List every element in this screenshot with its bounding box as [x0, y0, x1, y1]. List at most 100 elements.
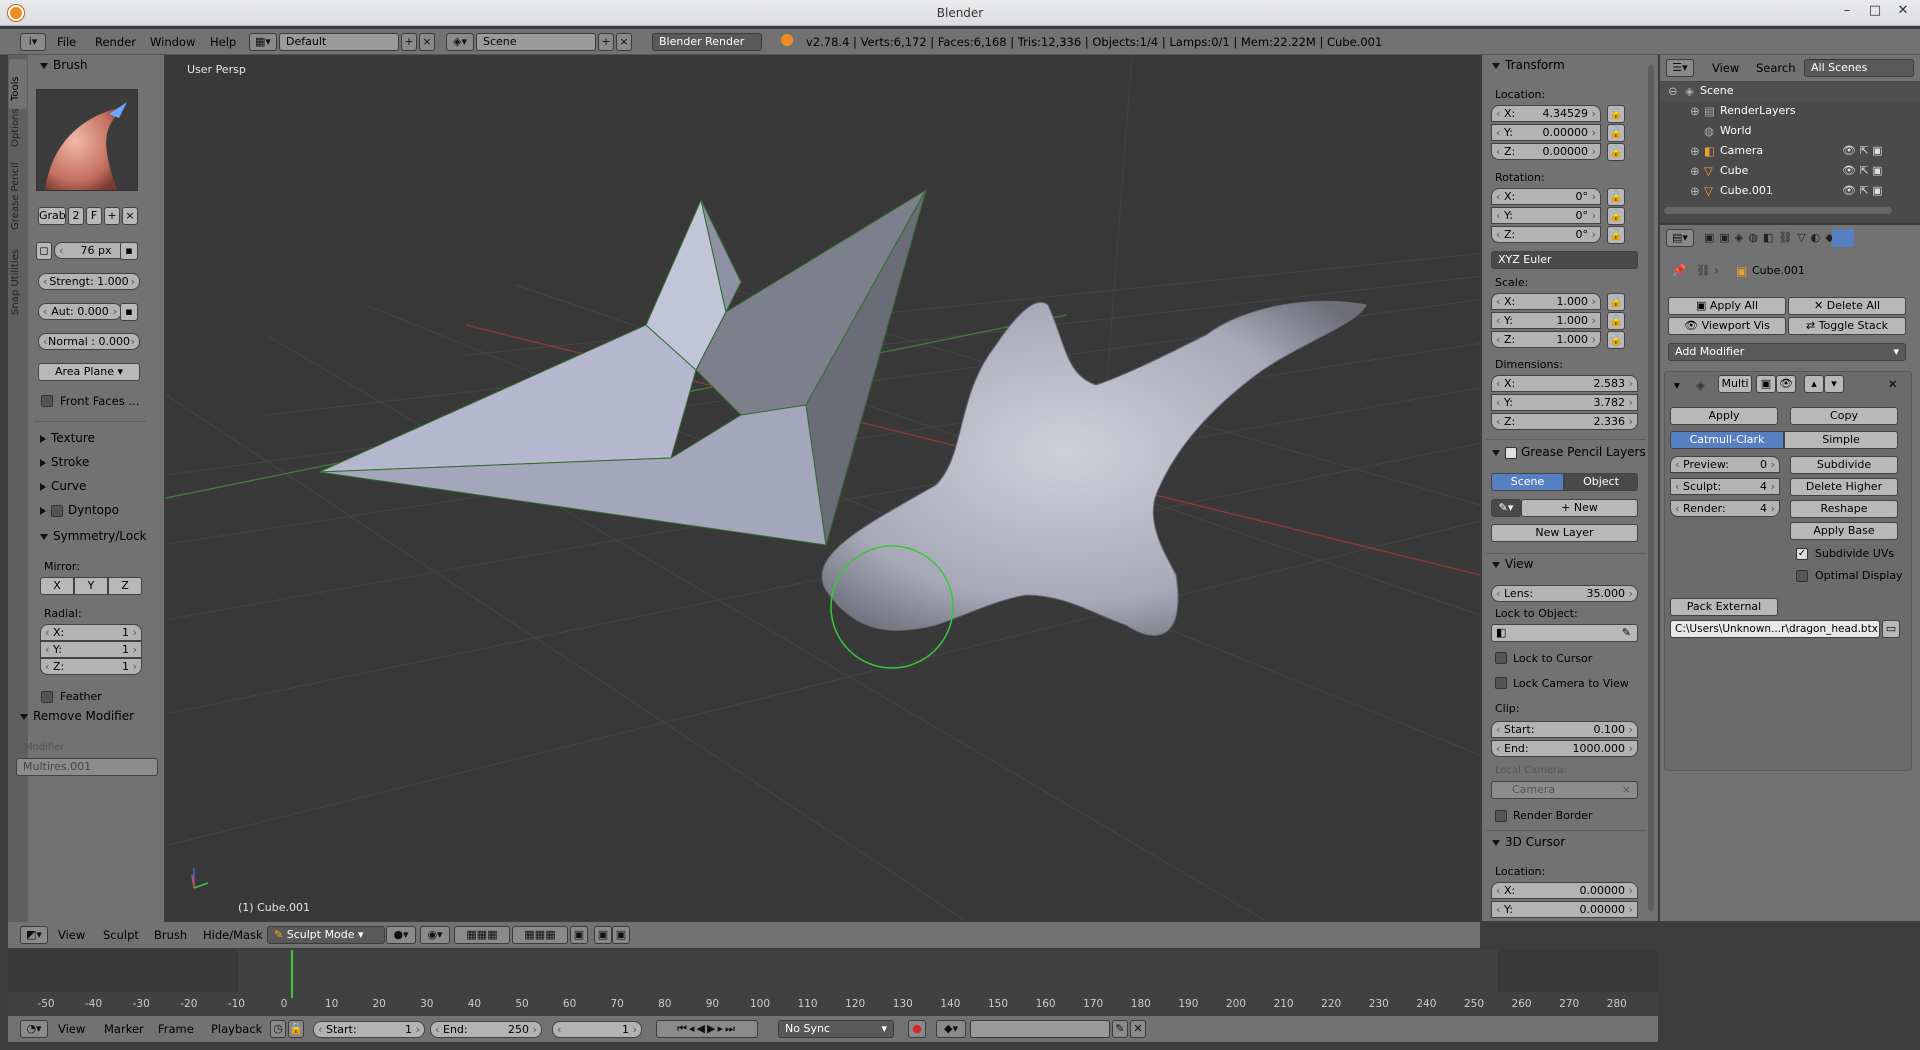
outliner-scrollbar[interactable]: [1664, 207, 1892, 214]
brush-fake-user-toggle[interactable]: F: [86, 207, 102, 225]
tab-modifiers-active[interactable]: [1832, 229, 1854, 247]
lock-object-field[interactable]: ◧ ✎: [1491, 624, 1638, 642]
brush-users-count[interactable]: 2: [68, 207, 84, 225]
viewport-vis-button[interactable]: 👁 Viewport Vis: [1668, 317, 1786, 335]
external-path-field[interactable]: C:\Users\Unknown...r\dragon_head.btx: [1670, 620, 1880, 638]
modifier-viewport-toggle-icon[interactable]: 👁: [1776, 375, 1796, 393]
outliner-item-world[interactable]: World: [1720, 124, 1752, 137]
menu-window[interactable]: Window: [150, 35, 195, 49]
3d-cursor-panel-header[interactable]: 3D Cursor: [1492, 835, 1565, 849]
reshape-button[interactable]: Reshape: [1790, 500, 1898, 518]
layout-name-field[interactable]: Default: [279, 33, 399, 51]
remove-modifier-panel-header[interactable]: Remove Modifier: [20, 709, 134, 723]
menu-sculpt[interactable]: Sculpt: [103, 928, 139, 942]
tab-snap-utilities-label[interactable]: Snap Utilities: [10, 249, 21, 315]
transform-panel-header[interactable]: Transform: [1492, 58, 1565, 72]
subdivide-uvs-checkbox[interactable]: ✓: [1796, 548, 1808, 560]
normal-weight-field[interactable]: Normal : 0.000: [38, 333, 140, 350]
outliner-item-renderlayers[interactable]: RenderLayers: [1720, 104, 1796, 117]
lock-rotation-y-icon[interactable]: 🔓: [1607, 207, 1625, 225]
lock-to-cursor-checkbox[interactable]: [1495, 652, 1507, 664]
sculpt-levels-field[interactable]: Sculpt:4: [1670, 478, 1780, 495]
scale-x-field[interactable]: X:1.000: [1491, 293, 1601, 310]
location-z-field[interactable]: Z:0.00000: [1491, 143, 1601, 160]
mirror-x-toggle[interactable]: X: [40, 577, 74, 595]
outliner-filter-dropdown[interactable]: All Scenes: [1804, 59, 1914, 77]
close-icon[interactable]: ✕: [1890, 2, 1916, 20]
symmetry-panel-header[interactable]: Symmetry/Lock: [40, 529, 147, 543]
3d-viewport[interactable]: User Persp (1) Cube.001: [166, 55, 1480, 921]
add-scene-icon[interactable]: +: [598, 33, 614, 51]
dimension-z-field[interactable]: Z:2.336: [1491, 413, 1638, 430]
lens-field[interactable]: Lens:35.000: [1491, 585, 1638, 602]
lock-rotation-x-icon[interactable]: 🔓: [1607, 188, 1625, 206]
lock-location-x-icon[interactable]: 🔓: [1607, 105, 1625, 123]
editor-type-properties-icon[interactable]: ▤▾: [1666, 229, 1694, 247]
camera-visibility-icons[interactable]: 👁 ⇱ ▣: [1842, 144, 1883, 157]
playback-controls[interactable]: ⏮◂◀▶▸⏭: [656, 1020, 758, 1038]
simple-toggle[interactable]: Simple: [1784, 431, 1898, 449]
start-frame-field[interactable]: Start:1: [313, 1021, 425, 1038]
remove-brush-icon[interactable]: ×: [122, 207, 138, 225]
radius-pressure-icon[interactable]: ▪: [120, 242, 138, 260]
gp-pencil-selector-icon[interactable]: ✎▾: [1491, 499, 1521, 517]
outliner-item-camera[interactable]: Camera: [1720, 144, 1763, 157]
cursor-y-field[interactable]: Y:0.00000: [1491, 901, 1638, 918]
timeline-area[interactable]: -50 -40 -30 -20 -10 0 10 20 30 40 50 60 70 80 90 100 110…: [8, 950, 1658, 1018]
view-panel-header[interactable]: View: [1492, 557, 1533, 571]
lock-location-y-icon[interactable]: 🔓: [1607, 124, 1625, 142]
menu-help[interactable]: Help: [210, 35, 236, 49]
move-modifier-up-icon[interactable]: ▴: [1804, 375, 1824, 393]
lock-range-icon[interactable]: 🔒: [288, 1020, 304, 1038]
lock-camera-checkbox[interactable]: [1495, 677, 1507, 689]
pressure-lock-icon[interactable]: ◻: [36, 242, 52, 260]
autosmooth-pressure-icon[interactable]: ▪: [120, 303, 138, 321]
menu-brush[interactable]: Brush: [154, 928, 187, 942]
cube-visibility-icons[interactable]: 👁 ⇱ ▣: [1842, 164, 1883, 177]
expand-scene-icon[interactable]: ⊖: [1668, 84, 1678, 98]
modifier-render-toggle-icon[interactable]: ▣: [1756, 375, 1776, 393]
current-frame-field[interactable]: 1: [552, 1021, 642, 1038]
add-brush-icon[interactable]: +: [104, 207, 120, 225]
expand-renderlayers-icon[interactable]: ⊕: [1690, 104, 1700, 118]
tab-options-label[interactable]: Options: [10, 108, 21, 147]
location-x-field[interactable]: X:4.34529: [1491, 105, 1601, 122]
record-icon[interactable]: ●: [908, 1020, 926, 1038]
outliner-item-cube[interactable]: Cube: [1720, 164, 1748, 177]
apply-base-button[interactable]: Apply Base: [1790, 522, 1898, 540]
editor-type-info-icon[interactable]: i▾: [20, 33, 46, 51]
delete-keyframe-icon[interactable]: ✕: [1130, 1020, 1146, 1038]
render-icon[interactable]: ▣: [594, 926, 612, 944]
rotation-x-field[interactable]: X:0°: [1491, 188, 1601, 205]
current-frame-marker[interactable]: [291, 950, 293, 998]
timeline-menu-frame[interactable]: Frame: [158, 1022, 194, 1036]
autosmooth-field[interactable]: Aut: 0.000: [38, 303, 122, 320]
pin-icon[interactable]: 📌: [1672, 263, 1686, 277]
catmull-clark-toggle[interactable]: Catmull-Clark: [1670, 431, 1784, 449]
browse-file-icon[interactable]: ▭: [1882, 620, 1900, 638]
timeline-menu-playback[interactable]: Playback: [211, 1022, 262, 1036]
gp-new-button[interactable]: + New: [1521, 499, 1638, 517]
collapse-modifier-icon[interactable]: ▾: [1674, 378, 1680, 392]
pack-external-button[interactable]: Pack External: [1670, 598, 1778, 616]
gp-new-layer-button[interactable]: New Layer: [1491, 524, 1638, 542]
cube001-visibility-icons[interactable]: 👁 ⇱ ▣: [1842, 184, 1883, 197]
location-y-field[interactable]: Y:0.00000: [1491, 124, 1601, 141]
apply-all-button[interactable]: ▣ Apply All: [1668, 297, 1786, 315]
remove-modifier-icon[interactable]: ✕: [1888, 377, 1898, 391]
render-border-checkbox[interactable]: [1495, 810, 1507, 822]
outliner-menu-view[interactable]: View: [1712, 61, 1739, 75]
scene-name-field[interactable]: Scene: [476, 33, 596, 51]
add-layout-icon[interactable]: +: [401, 33, 417, 51]
lock-scale-x-icon[interactable]: 🔓: [1607, 293, 1625, 311]
scene-selector-icon[interactable]: ◈▾: [446, 33, 474, 51]
dyntopo-panel-header[interactable]: Dyntopo: [40, 503, 119, 517]
clip-end-field[interactable]: End:1000.000: [1491, 740, 1638, 757]
modifier-copy-button[interactable]: Copy: [1790, 407, 1898, 425]
menu-view[interactable]: View: [58, 928, 85, 942]
scale-y-field[interactable]: Y:1.000: [1491, 312, 1601, 329]
add-modifier-dropdown[interactable]: Add Modifier ▾: [1668, 343, 1906, 361]
menu-render[interactable]: Render: [95, 35, 136, 49]
radial-z-field[interactable]: Z:1: [40, 658, 142, 675]
radial-y-field[interactable]: Y:1: [40, 641, 142, 658]
